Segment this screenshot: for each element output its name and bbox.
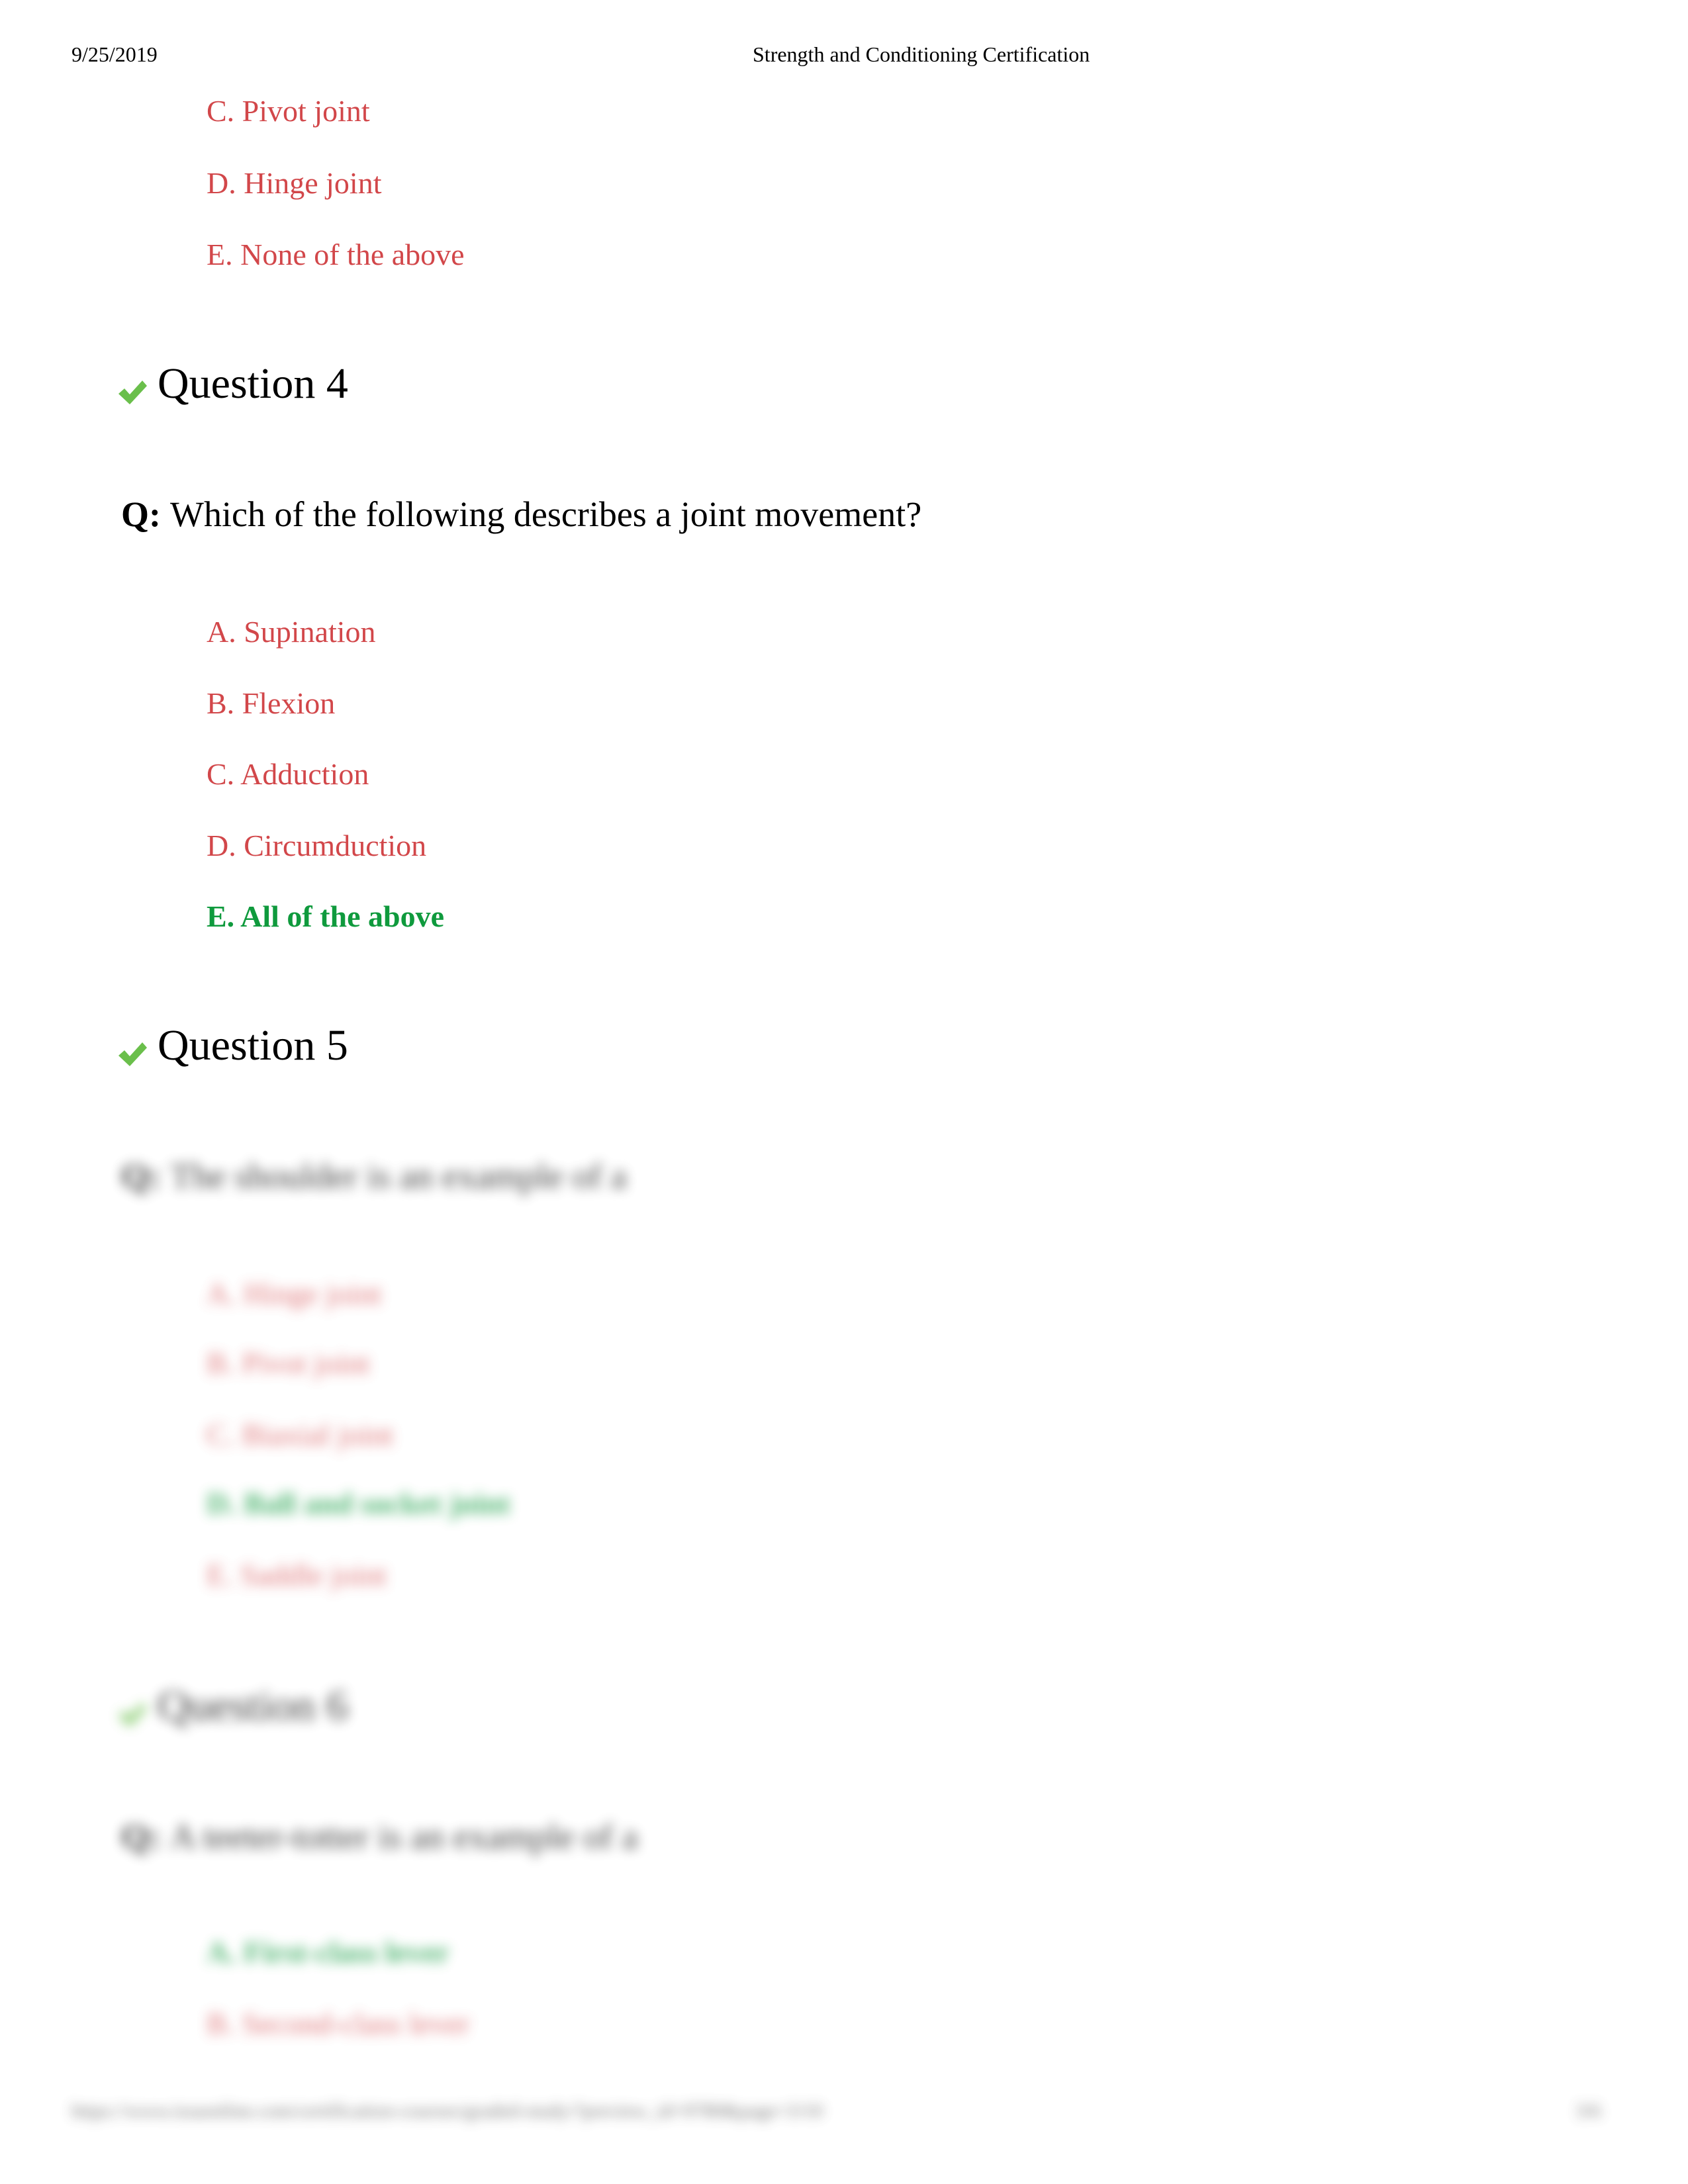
answer-option: B. Flexion (207, 686, 336, 720)
answer-option: B. Pivot joint (207, 1346, 370, 1380)
answer-option: C. Biaxial joint (207, 1418, 394, 1451)
answer-option: D. Circumduction (207, 829, 427, 862)
question-title: Question 4 (158, 359, 348, 408)
print-date: 9/25/2019 (71, 42, 158, 66)
question-prompt: Q: A teeter-totter is an example of a (121, 1815, 638, 1858)
question-title: Question 5 (158, 1021, 348, 1069)
page-number: 3/6 (1575, 2100, 1601, 2122)
correct-answer-option: A. First-class lever (207, 1935, 449, 1969)
question-header: Question 6 (117, 1680, 348, 1733)
correct-answer-option: E. All of the above (207, 899, 445, 933)
prompt-text: Which of the following describes a joint… (170, 494, 922, 534)
document-title: Strength and Conditioning Certification (753, 42, 1090, 66)
check-icon (117, 1690, 148, 1727)
answer-option: A. Supination (207, 615, 376, 649)
question-header: Question 4 (117, 357, 348, 410)
answer-option: B. Second-class lever (207, 2007, 470, 2040)
answer-option: E. Saddle joint (207, 1558, 387, 1592)
answer-option: C. Pivot joint (207, 94, 370, 128)
question-header: Question 5 (117, 1019, 348, 1072)
question-prompt: Q: Which of the following describes a joi… (121, 493, 921, 535)
q-label: Q: (121, 1156, 161, 1196)
question-prompt: Q: The shoulder is an example of a (121, 1155, 627, 1197)
prompt-text: A teeter-totter is an example of a (170, 1817, 638, 1856)
answer-option: D. Hinge joint (207, 166, 382, 200)
answer-option: E. None of the above (207, 238, 465, 271)
q-label: Q: (121, 494, 161, 534)
page-url: https://www.issaonline.com/certification… (71, 2100, 823, 2122)
q-label: Q: (121, 1817, 161, 1856)
prompt-text: The shoulder is an example of a (170, 1156, 627, 1196)
check-icon (117, 368, 148, 404)
question-title: Question 6 (158, 1682, 348, 1730)
answer-option: C. Adduction (207, 757, 369, 791)
check-icon (117, 1030, 148, 1066)
answer-option: A. Hinge joint (207, 1277, 382, 1310)
correct-answer-option: D. Ball and socket joint (207, 1486, 510, 1520)
